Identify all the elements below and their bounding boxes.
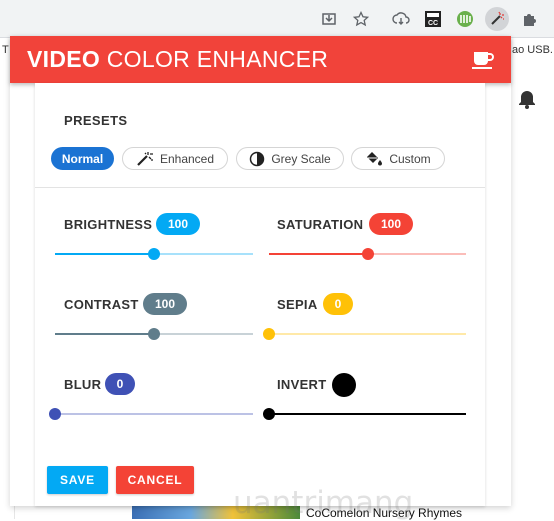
sepia-label: SEPIA xyxy=(277,297,318,312)
preset-custom-chip[interactable]: Custom xyxy=(351,147,445,170)
saturation-value-badge: 100 xyxy=(369,213,413,235)
sepia-slider-track xyxy=(269,333,466,335)
brightness-label: BRIGHTNESS xyxy=(64,217,153,232)
save-button[interactable]: SAVE xyxy=(47,466,108,494)
invert-indicator xyxy=(332,373,356,397)
magic-wand-icon[interactable] xyxy=(485,7,509,31)
preset-greyscale-chip[interactable]: Grey Scale xyxy=(236,147,344,170)
saturation-slider-track xyxy=(368,253,466,255)
contrast-icon xyxy=(250,151,265,166)
saturation-slider[interactable] xyxy=(269,247,466,261)
preset-label: Normal xyxy=(61,151,104,166)
title-rest: COLOR ENHANCER xyxy=(100,46,329,72)
contrast-slider-track xyxy=(154,333,253,335)
page-right-text: ao USB... xyxy=(512,44,554,56)
invert-slider-track xyxy=(269,413,466,415)
presets-heading: PRESETS xyxy=(64,113,128,128)
download-box-icon[interactable] xyxy=(318,8,340,30)
sepia-slider[interactable] xyxy=(263,327,466,341)
browser-toolbar: CC xyxy=(0,0,554,38)
puzzle-icon[interactable] xyxy=(518,8,540,30)
seek-cc-icon[interactable]: CC xyxy=(422,8,444,30)
title-bold: VIDEO xyxy=(27,46,101,72)
page-left-text: T xyxy=(2,44,9,56)
bell-icon[interactable] xyxy=(516,88,538,110)
coffee-cup-icon[interactable] xyxy=(471,48,495,70)
contrast-slider-fill xyxy=(55,333,154,335)
invert-slider[interactable] xyxy=(263,407,466,421)
invert-slider-thumb[interactable] xyxy=(263,408,275,420)
preset-label: Grey Scale xyxy=(271,151,331,166)
saturation-label: SATURATION xyxy=(277,217,364,232)
brightness-slider-fill xyxy=(55,253,154,255)
preset-label: Custom xyxy=(389,151,431,166)
blur-label: BLUR xyxy=(64,377,102,392)
svg-text:CC: CC xyxy=(428,20,438,27)
brightness-value-badge: 100 xyxy=(156,213,200,235)
preset-enhanced-chip[interactable]: Enhanced xyxy=(122,147,228,170)
star-icon[interactable] xyxy=(350,8,372,30)
section-divider xyxy=(35,187,485,188)
sepia-value-badge: 0 xyxy=(323,293,353,315)
invert-label: INVERT xyxy=(277,377,327,392)
saturation-slider-fill xyxy=(269,253,368,255)
cloud-download-icon[interactable] xyxy=(390,8,412,30)
contrast-value-badge: 100 xyxy=(143,293,187,315)
contrast-slider-thumb[interactable] xyxy=(148,328,160,340)
preset-normal-chip[interactable]: Normal xyxy=(51,147,114,170)
settings-panel: PRESETS Normal Enhanced Grey Scale Custo… xyxy=(35,83,485,521)
extension-popup: VIDEO COLOR ENHANCER PRESETS Normal Enha… xyxy=(10,36,511,521)
blur-slider-track xyxy=(55,413,253,415)
sepia-slider-thumb[interactable] xyxy=(263,328,275,340)
magic-wand-icon xyxy=(137,151,153,166)
brightness-slider[interactable] xyxy=(55,247,253,261)
popup-title: VIDEO COLOR ENHANCER xyxy=(27,46,328,73)
contrast-label: CONTRAST xyxy=(64,297,139,312)
contrast-slider[interactable] xyxy=(55,327,253,341)
blur-slider-thumb[interactable] xyxy=(49,408,61,420)
paint-bucket-icon xyxy=(367,151,383,165)
brightness-slider-thumb[interactable] xyxy=(148,248,160,260)
green-ext-icon[interactable] xyxy=(454,8,476,30)
preset-label: Enhanced xyxy=(159,151,215,166)
saturation-slider-thumb[interactable] xyxy=(362,248,374,260)
popup-header: VIDEO COLOR ENHANCER xyxy=(10,36,511,83)
blur-value-badge: 0 xyxy=(105,373,135,395)
cancel-button[interactable]: CANCEL xyxy=(116,466,194,494)
blur-slider[interactable] xyxy=(49,407,253,421)
watermark-text: uantrimang xyxy=(233,485,414,521)
brightness-slider-track xyxy=(154,253,253,255)
